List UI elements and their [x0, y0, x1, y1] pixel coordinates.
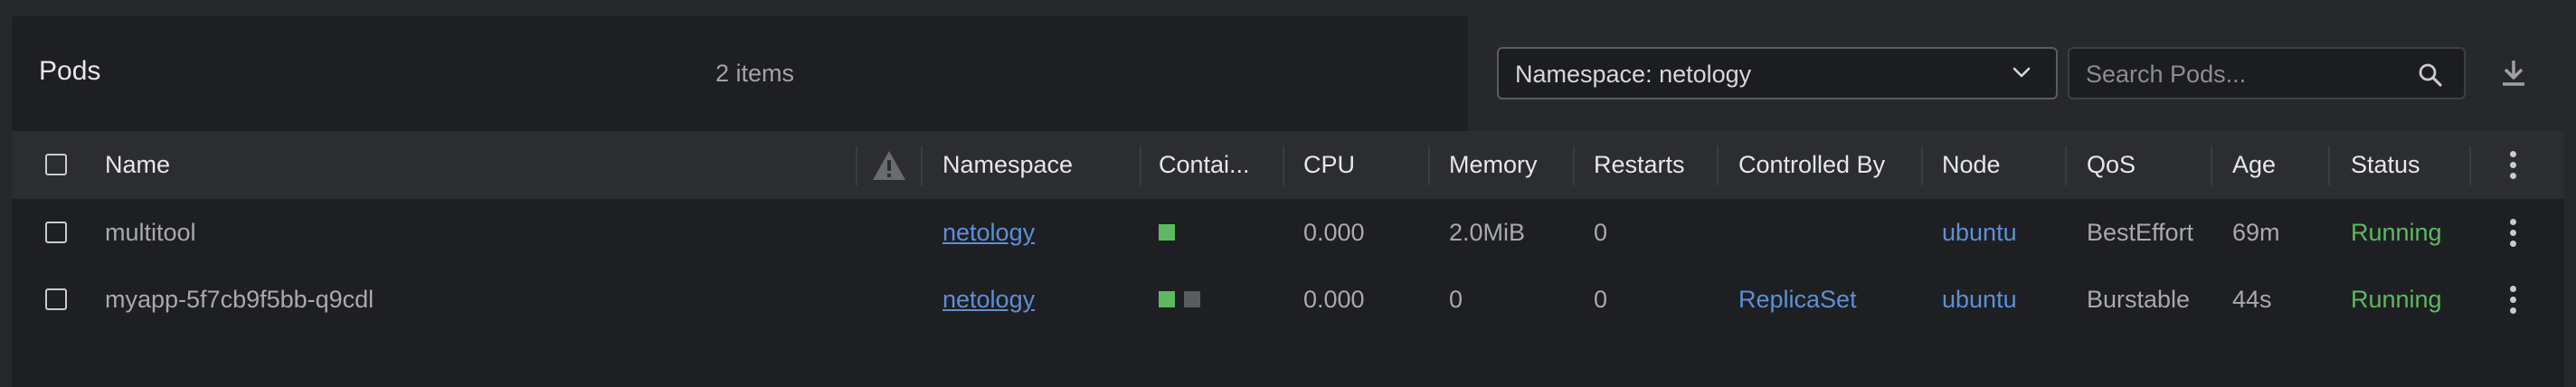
- pods-header: Pods 2 items Namespace: netology Search …: [12, 16, 2564, 131]
- table-row[interactable]: myapp-5f7cb9f5bb-q9cdl netology 0.000 0 …: [12, 266, 2564, 333]
- columns-menu-icon[interactable]: [2508, 151, 2517, 180]
- column-divider: [2328, 146, 2330, 185]
- column-node[interactable]: Node: [1942, 151, 2001, 179]
- namespace-link[interactable]: netology: [942, 219, 1035, 247]
- restarts-value: 0: [1594, 219, 1608, 246]
- pod-name: myapp-5f7cb9f5bb-q9cdl: [105, 286, 374, 313]
- container-status-waiting[interactable]: [1184, 291, 1200, 307]
- container-status-running[interactable]: [1159, 291, 1175, 307]
- column-divider: [2211, 146, 2212, 185]
- chevron-down-icon: [2012, 67, 2031, 78]
- column-divider: [1573, 146, 1575, 185]
- column-controlled-by[interactable]: Controlled By: [1738, 151, 1885, 179]
- memory-value: 2.0MiB: [1449, 219, 1526, 246]
- column-qos[interactable]: QoS: [2087, 151, 2136, 179]
- item-count: 2 items: [715, 60, 795, 87]
- cpu-value: 0.000: [1303, 219, 1365, 246]
- age-value: 44s: [2232, 286, 2272, 313]
- row-menu-icon[interactable]: [2508, 286, 2517, 315]
- select-all-checkbox[interactable]: [45, 154, 67, 175]
- namespace-select-value: Namespace: netology: [1515, 61, 1752, 88]
- age-value: 69m: [2232, 219, 2280, 246]
- restarts-value: 0: [1594, 286, 1608, 313]
- search-placeholder: Search Pods...: [2086, 61, 2247, 88]
- column-namespace[interactable]: Namespace: [942, 151, 1073, 179]
- page-title: Pods: [39, 56, 101, 86]
- column-divider: [1283, 146, 1284, 185]
- row-checkbox[interactable]: [45, 288, 67, 310]
- warning-icon[interactable]: [871, 149, 907, 182]
- node-link[interactable]: ubuntu: [1942, 219, 2017, 247]
- controlled-by-link[interactable]: ReplicaSet: [1738, 286, 1857, 314]
- column-restarts[interactable]: Restarts: [1594, 151, 1685, 179]
- column-memory[interactable]: Memory: [1449, 151, 1538, 179]
- download-icon[interactable]: [2499, 58, 2528, 89]
- column-divider: [2065, 146, 2067, 185]
- status-value: Running: [2351, 286, 2442, 313]
- memory-value: 0: [1449, 286, 1463, 313]
- column-divider: [1921, 146, 1923, 185]
- column-cpu[interactable]: CPU: [1303, 151, 1355, 179]
- column-divider: [856, 146, 857, 185]
- header-title-area: Pods 2 items: [12, 16, 1468, 131]
- search-icon: [2419, 63, 2442, 87]
- column-divider: [1428, 146, 1430, 185]
- column-divider: [1140, 146, 1141, 185]
- column-age[interactable]: Age: [2232, 151, 2276, 179]
- column-containers[interactable]: Contai...: [1159, 151, 1250, 179]
- table-header: Name Namespace Contai... CPU Memory Rest…: [12, 131, 2564, 199]
- column-divider: [2469, 146, 2471, 185]
- cpu-value: 0.000: [1303, 286, 1365, 313]
- container-status-running[interactable]: [1159, 224, 1175, 241]
- column-name[interactable]: Name: [105, 151, 170, 179]
- qos-value: Burstable: [2087, 286, 2191, 313]
- status-value: Running: [2351, 219, 2442, 246]
- search-input[interactable]: Search Pods...: [2068, 47, 2466, 99]
- pod-name: multitool: [105, 219, 196, 246]
- column-divider: [921, 146, 923, 185]
- column-status[interactable]: Status: [2351, 151, 2420, 179]
- node-link[interactable]: ubuntu: [1942, 286, 2017, 314]
- namespace-link[interactable]: netology: [942, 286, 1035, 314]
- qos-value: BestEffort: [2087, 219, 2194, 246]
- row-menu-icon[interactable]: [2508, 219, 2517, 248]
- table-row[interactable]: multitool netology 0.000 2.0MiB 0 ubuntu…: [12, 199, 2564, 266]
- namespace-select[interactable]: Namespace: netology: [1497, 47, 2058, 99]
- row-checkbox[interactable]: [45, 222, 67, 243]
- pods-panel: Pods 2 items Namespace: netology Search …: [12, 16, 2564, 387]
- column-divider: [1717, 146, 1719, 185]
